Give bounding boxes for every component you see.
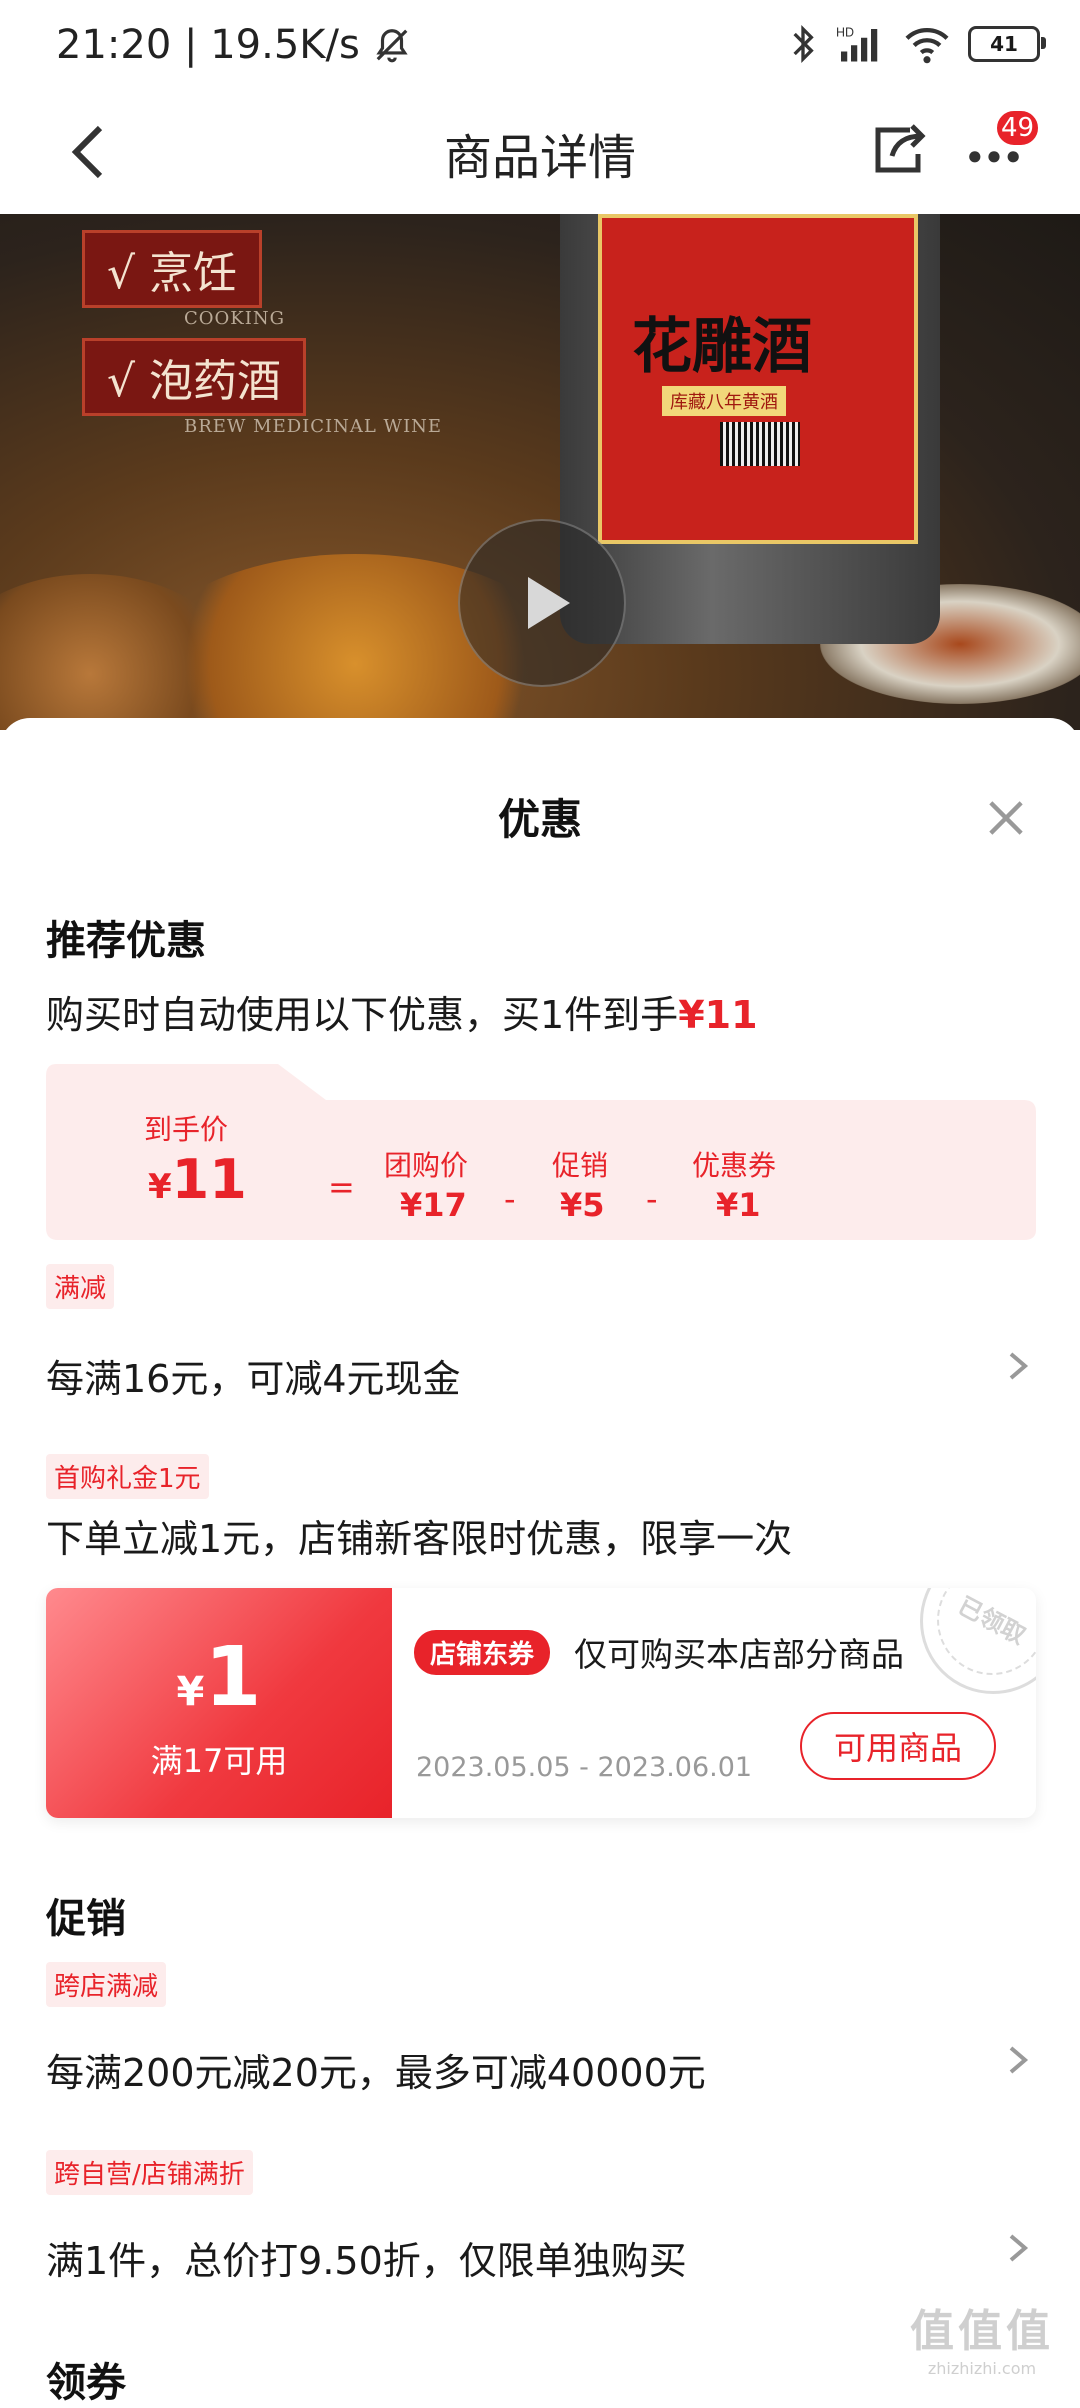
bottle-label-title: 花雕酒 [632,312,812,382]
minus-sign: - [504,1180,516,1218]
barcode-image [720,422,800,466]
nav-bar: 商品详情 49 [0,96,1080,214]
coupon-description: 仅可购买本店部分商品 [574,1635,904,1674]
battery-icon: 41 [968,26,1046,62]
get-coupon-title: 领券 [46,2360,126,2406]
share-icon[interactable] [866,118,930,182]
final-price-value: ¥11 [148,1148,247,1211]
price-breakdown: 到手价 ¥11 = 团购价 ¥17 - 促销 ¥5 - 优惠券 ¥1 [46,1064,1036,1240]
discount-rate-text: 满1件，总价打9.50折，仅限单独购买 [46,2239,687,2283]
coupon-amount-panel: ¥1 满17可用 [46,1588,392,1818]
chevron-right-icon [1009,1352,1029,1380]
cross-store-reduction-text: 每满200元减20元，最多可减40000元 [46,2051,706,2095]
discount-rate-tag: 跨自营/店铺满折 [46,2150,253,2195]
cooking-tag-subtitle: COOKING [184,308,285,329]
minus-sign: - [646,1180,658,1218]
coupon-value: ¥1 [716,1186,761,1224]
coupon-type-badge: 店铺东券 [414,1630,551,1675]
claimed-stamp: 已领取 [920,1588,1036,1694]
recommend-summary: 购买时自动使用以下优惠，买1件到手¥11 [46,993,758,1037]
close-icon[interactable] [980,792,1032,844]
final-price: ¥11 [678,993,758,1037]
coupon-label: 优惠券 [692,1149,777,1182]
watermark-logo: 值值值 zhizhizhi.com [910,2306,1054,2378]
status-time: 21:20 [56,22,172,68]
play-icon [528,577,570,629]
promotion-title: 促销 [46,1896,126,1942]
promotion-value: ¥5 [560,1186,605,1224]
full-reduction-text: 每满16元，可减4元现金 [46,1357,461,1401]
status-bar: 21:20 | 19.5K/s HD 41 [0,0,1080,96]
product-video[interactable]: 花雕酒 库藏八年黄酒 √ 烹饪 COOKING √ 泡药酒 BREW MEDIC… [0,214,1080,730]
cross-store-reduction-tag: 跨店满减 [46,1962,167,2007]
status-right: HD 41 [788,24,1046,64]
bluetooth-icon [793,24,814,64]
discount-sheet: 优惠 推荐优惠 购买时自动使用以下优惠，买1件到手¥11 到手价 ¥11 = 团… [0,718,1080,2406]
group-price-value: ¥17 [400,1186,467,1224]
message-count-badge: 49 [994,108,1042,148]
final-price-label: 到手价 [144,1113,229,1146]
wifi-icon [905,27,949,64]
first-purchase-text: 下单立减1元，店铺新客限时优惠，限享一次 [46,1517,793,1561]
cooking-tag: √ 烹饪 [82,230,263,308]
promotion-label: 促销 [552,1149,609,1182]
coupon-condition: 满17可用 [150,1742,288,1780]
sheet-title: 优惠 [497,795,582,844]
recommend-title: 推荐优惠 [46,918,206,964]
coupon-amount: ¥1 [176,1630,262,1725]
play-button[interactable] [458,519,626,687]
medicinal-wine-tag: √ 泡药酒 [82,338,307,416]
first-purchase-tag: 首购礼金1元 [46,1454,209,1499]
status-network-speed: 19.5K/s [210,22,360,68]
available-products-button[interactable]: 可用商品 [800,1712,996,1780]
chevron-right-icon [1009,2234,1029,2262]
svg-text:HD: HD [836,26,854,40]
group-price-label: 团购价 [384,1149,469,1182]
bottle-label-subtitle: 库藏八年黄酒 [662,386,786,416]
bottle-label: 花雕酒 库藏八年黄酒 [598,214,918,544]
full-reduction-tag: 满减 [46,1264,115,1309]
coupon-validity-date: 2023.05.05 - 2023.06.01 [416,1752,753,1783]
equals-sign: = [328,1168,355,1206]
medicinal-wine-tag-subtitle: BREW MEDICINAL WINE [184,416,443,437]
mute-bell-icon [375,29,408,63]
coupon-card: ¥1 满17可用 已领取 店铺东券 仅可购买本店部分商品 2023.05.05 … [46,1588,1036,1818]
chevron-right-icon [1009,2046,1029,2074]
cellular-signal-icon: HD [836,26,878,62]
status-left: 21:20 | 19.5K/s [56,22,411,68]
